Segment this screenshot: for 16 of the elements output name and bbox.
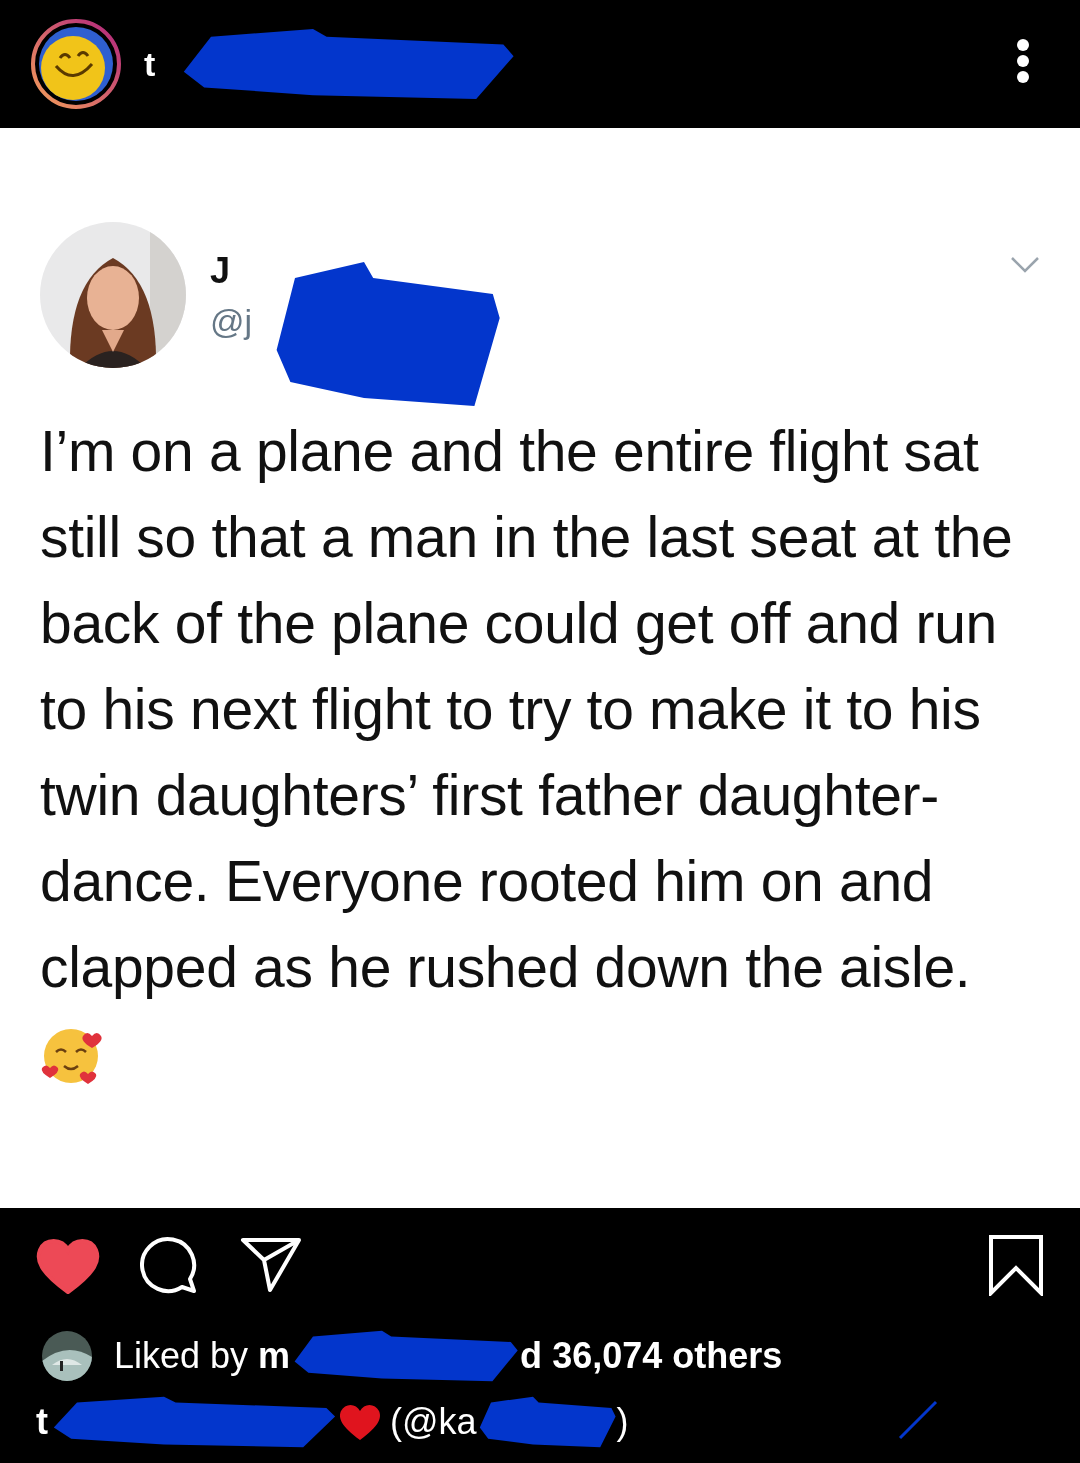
heart-icon bbox=[338, 1402, 382, 1442]
author-name: J bbox=[210, 249, 232, 292]
more-options-icon[interactable] bbox=[1016, 38, 1030, 84]
pen-stroke bbox=[898, 1400, 938, 1440]
author-handle: @j bbox=[210, 301, 253, 341]
caption-text: ) bbox=[616, 1401, 629, 1443]
caption-username[interactable]: t bbox=[36, 1401, 48, 1443]
heart-icon[interactable] bbox=[36, 1236, 100, 1294]
likes-text: Liked by m bbox=[114, 1335, 291, 1377]
caption-mention[interactable]: (@ka bbox=[390, 1401, 477, 1443]
send-icon[interactable] bbox=[240, 1236, 302, 1294]
profile-avatar[interactable] bbox=[30, 18, 122, 110]
bookmark-icon[interactable] bbox=[988, 1234, 1044, 1296]
tweet-text: I’m on a plane and the entire flight sat still so that a man in the last seat at the back of the plane could get off and run to his next flight to try to make it to his twin daughters’ first father daughter- dance. Everyone rooted him on and clapped as he rushed down the aisle. bbox=[40, 418, 1014, 1001]
username[interactable]: t bbox=[144, 44, 156, 84]
likes-count[interactable]: d 36,074 others bbox=[520, 1335, 783, 1377]
